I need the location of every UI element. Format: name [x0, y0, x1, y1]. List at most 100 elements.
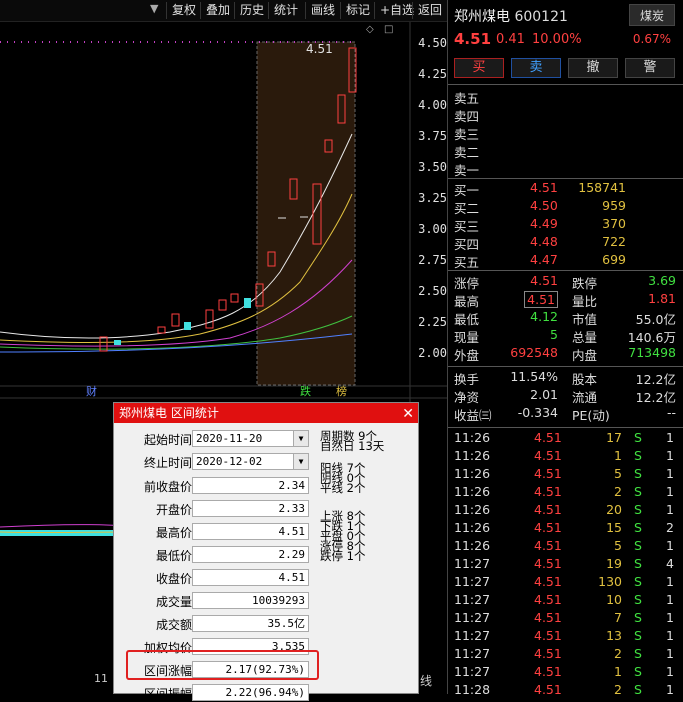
candle: [230, 293, 239, 303]
toolbar-biaoji[interactable]: 标记: [340, 2, 370, 19]
stat-value: --: [666, 405, 676, 420]
tick-count: 1: [666, 664, 674, 679]
tick-row[interactable]: 11:26 4.51 5 S 1: [448, 538, 683, 555]
tick-volume: 7: [614, 610, 622, 625]
separator: [448, 427, 683, 428]
tick-volume: 15: [606, 520, 622, 535]
buy-button[interactable]: 买: [454, 58, 504, 78]
stat-value: 5: [550, 327, 558, 342]
stat-row: 换手 11.54% 股本 12.2亿: [448, 369, 683, 387]
dialog-titlebar[interactable]: 郑州煤电 区间统计 ✕: [114, 403, 418, 423]
sell-button[interactable]: 卖: [511, 58, 561, 78]
end-time-label: 终止时间: [143, 456, 192, 470]
tick-time: 11:27: [454, 592, 491, 607]
ask-label: 卖四: [454, 109, 480, 124]
tick-price: 4.51: [534, 646, 562, 661]
tick-row[interactable]: 11:27 4.51 13 S 1: [448, 628, 683, 645]
tick-row[interactable]: 11:27 4.51 2 S 1: [448, 646, 683, 663]
end-time-select[interactable]: 2020-12-02 ▼: [192, 453, 309, 470]
field-value: 2.33: [192, 500, 309, 517]
tick-price: 4.51: [534, 430, 562, 445]
tick-count: 1: [666, 574, 674, 589]
tick-row[interactable]: 11:27 4.51 7 S 1: [448, 610, 683, 627]
dialog-title: 郑州煤电 区间统计: [119, 406, 219, 420]
bid-row[interactable]: 买二 4.50 959: [448, 198, 683, 216]
tick-row[interactable]: 11:27 4.51 130 S 1: [448, 574, 683, 591]
tick-side: S: [634, 664, 642, 679]
tick-count: 1: [666, 430, 674, 445]
tick-row[interactable]: 11:27 4.51 19 S 4: [448, 556, 683, 573]
rank-marker[interactable]: 榜: [336, 383, 347, 399]
chevron-down-icon[interactable]: ▼: [293, 454, 308, 469]
cancel-button[interactable]: 撤: [568, 58, 618, 78]
selected-range-bg: [256, 41, 356, 386]
toolbar-zixuan[interactable]: +自选: [374, 2, 414, 19]
y-tick: 2.25: [418, 315, 447, 329]
bid-row[interactable]: 买三 4.49 370: [448, 216, 683, 234]
bottom-line-label[interactable]: 线: [420, 672, 432, 689]
toolbar-lishi[interactable]: 历史: [234, 2, 264, 19]
field-value: 2.22(96.94%): [192, 684, 309, 701]
stat-value: 3.69: [648, 273, 676, 288]
toolbar-diejia[interactable]: 叠加: [200, 2, 230, 19]
tick-row[interactable]: 11:27 4.51 10 S 1: [448, 592, 683, 609]
tick-row[interactable]: 11:28 4.51 2 S 1: [448, 682, 683, 699]
bid-price: 4.49: [530, 216, 558, 231]
stat-label: 内盘: [572, 348, 598, 363]
tick-count: 1: [666, 484, 674, 499]
tick-time: 11:28: [454, 682, 491, 697]
stat-value: 4.51: [524, 291, 558, 308]
stat-value: 713498: [628, 345, 676, 360]
field-value: 4.51: [192, 569, 309, 586]
tick-side: S: [634, 628, 642, 643]
tick-row[interactable]: 11:26 4.51 2 S 1: [448, 484, 683, 501]
start-time-select[interactable]: 2020-11-20 ▼: [192, 430, 309, 447]
tick-row[interactable]: 11:26 4.51 5 S 1: [448, 466, 683, 483]
price-change: 0.41: [496, 32, 525, 47]
tick-time: 11:27: [454, 646, 491, 661]
close-icon[interactable]: ✕: [402, 404, 414, 424]
finance-marker[interactable]: 财: [86, 383, 97, 399]
bid-row[interactable]: 买一 4.51 158741: [448, 180, 683, 198]
diamond-icon[interactable]: ◇: [366, 24, 374, 35]
drop-marker[interactable]: 跌: [300, 383, 311, 399]
chevron-down-icon[interactable]: ▼: [293, 431, 308, 446]
tick-time: 11:26: [454, 448, 491, 463]
bid-row[interactable]: 买四 4.48 722: [448, 234, 683, 252]
tick-row[interactable]: 11:26 4.51 1 S 1: [448, 448, 683, 465]
bid-volume: 959: [602, 198, 626, 213]
sector-tag[interactable]: 煤炭: [629, 4, 675, 26]
arrow-icon[interactable]: ▼: [150, 2, 158, 15]
tick-volume: 13: [606, 628, 622, 643]
field-label: 最高价: [155, 526, 192, 540]
tick-side: S: [634, 574, 642, 589]
tick-count: 4: [666, 556, 674, 571]
tick-volume: 2: [614, 484, 622, 499]
tick-row[interactable]: 11:26 4.51 20 S 1: [448, 502, 683, 519]
tick-row[interactable]: 11:26 4.51 17 S 1: [448, 430, 683, 447]
tick-price: 4.51: [534, 484, 562, 499]
toolbar-fuquan[interactable]: 复权: [166, 2, 196, 19]
range-stats-dialog[interactable]: 郑州煤电 区间统计 ✕ 起始时间 2020-11-20 ▼ 终止时间 2020-1…: [113, 402, 419, 701]
field-label: 开盘价: [155, 503, 192, 517]
y-tick: 2.00: [418, 346, 447, 360]
tick-row[interactable]: 11:26 4.51 15 S 2: [448, 520, 683, 537]
tick-count: 1: [666, 592, 674, 607]
chart-toolbar: ▼ 复权 叠加 历史 统计 画线 标记 +自选 返回: [0, 0, 447, 22]
stat-label: 量比: [572, 294, 598, 309]
candle: [218, 299, 227, 311]
stat-row: 净资 2.01 流通 12.2亿: [448, 387, 683, 405]
candle: [244, 298, 251, 308]
stat-label: 净资: [454, 390, 480, 405]
toolbar-huaxian[interactable]: 画线: [305, 2, 335, 19]
tick-row[interactable]: 11:27 4.51 1 S 1: [448, 664, 683, 681]
ask-label: 卖三: [454, 127, 480, 142]
bid-row[interactable]: 买五 4.47 699: [448, 252, 683, 270]
toolbar-tongji[interactable]: 统计: [268, 2, 298, 19]
tick-price: 4.51: [534, 592, 562, 607]
toolbar-fanhui[interactable]: 返回: [412, 2, 442, 19]
alert-button[interactable]: 警: [625, 58, 675, 78]
y-tick: 3.00: [418, 222, 447, 236]
square-icon[interactable]: □: [384, 24, 393, 35]
stat-label: 现量: [454, 330, 480, 345]
